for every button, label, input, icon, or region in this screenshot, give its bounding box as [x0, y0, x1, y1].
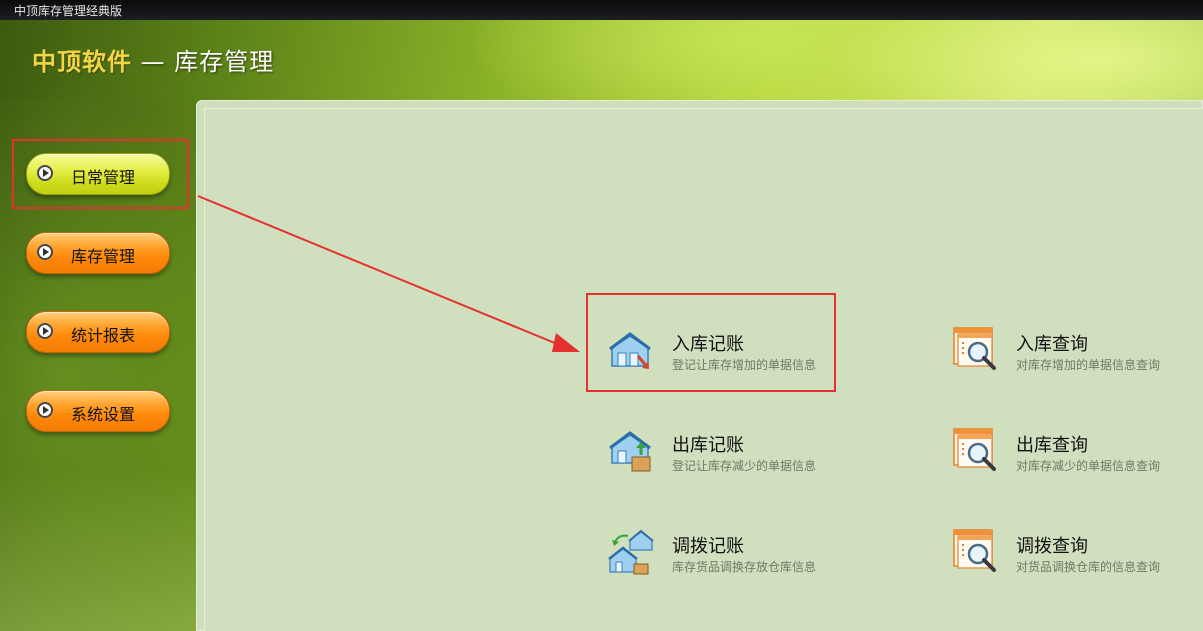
- transfer-query[interactable]: 调拨查询 对货品调换仓库的信息查询: [952, 528, 1192, 588]
- stock-in-query[interactable]: 入库查询 对库存增加的单据信息查询: [952, 326, 1192, 386]
- brand-suffix: — 库存管理: [140, 48, 275, 76]
- document-search-icon: [953, 428, 996, 471]
- play-icon: [37, 323, 53, 339]
- sidebar-item-label: 统计报表: [71, 326, 136, 345]
- sidebar-item-label: 日常管理: [71, 168, 136, 187]
- document-search-icon: [953, 327, 996, 370]
- play-icon: [37, 165, 53, 181]
- app-brand: 中顶软件 — 库存管理: [32, 42, 274, 77]
- document-search-icon: [953, 529, 996, 572]
- sidebar-item-statistics-reports[interactable]: 统计报表: [26, 311, 170, 353]
- item-title: 入库查询: [1016, 334, 1088, 355]
- item-title: 入库记账: [672, 334, 744, 355]
- play-icon: [37, 402, 53, 418]
- stock-in-entry[interactable]: 入库记账 登记让库存增加的单据信息: [608, 326, 848, 386]
- brand-name: 中顶软件: [32, 48, 132, 76]
- sidebar-item-label: 库存管理: [71, 247, 136, 266]
- item-description: 对库存增加的单据信息查询: [1016, 358, 1161, 372]
- window-title: 中顶库存管理经典版: [14, 4, 123, 18]
- sidebar-item-system-settings[interactable]: 系统设置: [26, 390, 170, 432]
- sidebar-item-daily-management[interactable]: 日常管理: [26, 153, 170, 195]
- item-description: 对库存减少的单据信息查询: [1016, 459, 1161, 473]
- item-title: 出库查询: [1016, 435, 1088, 456]
- stock-out-query[interactable]: 出库查询 对库存减少的单据信息查询: [952, 427, 1192, 487]
- sidebar-item-inventory-management[interactable]: 库存管理: [26, 232, 170, 274]
- item-description: 登记让库存增加的单据信息: [672, 358, 817, 372]
- warehouse-in-icon: [609, 332, 651, 369]
- play-icon: [37, 244, 53, 260]
- transfer-entry[interactable]: 调拨记账 库存货品调换存放仓库信息: [608, 528, 848, 588]
- window-title-bar: 中顶库存管理经典版: [0, 0, 1203, 21]
- item-title: 出库记账: [672, 435, 744, 456]
- item-description: 库存货品调换存放仓库信息: [672, 560, 817, 574]
- stock-out-entry[interactable]: 出库记账 登记让库存减少的单据信息: [608, 427, 848, 487]
- warehouse-out-icon: [609, 431, 651, 472]
- item-description: 对货品调换仓库的信息查询: [1016, 560, 1161, 574]
- sidebar-item-label: 系统设置: [71, 405, 136, 424]
- item-description: 登记让库存减少的单据信息: [672, 459, 817, 473]
- warehouse-transfer-icon: [608, 529, 654, 575]
- item-title: 调拨记账: [672, 536, 744, 557]
- item-title: 调拨查询: [1016, 536, 1088, 557]
